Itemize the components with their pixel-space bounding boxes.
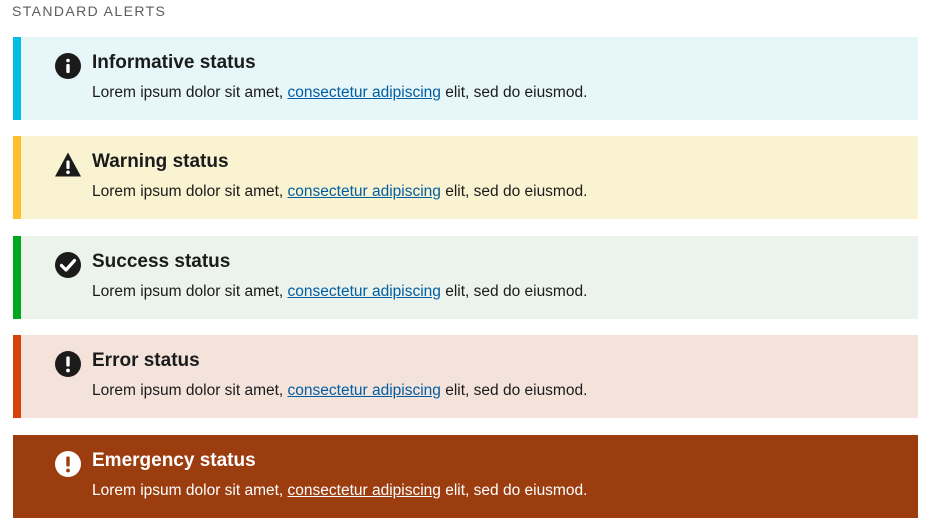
- alert-link[interactable]: consectetur adipiscing: [288, 84, 441, 101]
- alert-text-before: Lorem ipsum dolor sit amet,: [92, 84, 288, 101]
- alert-body: Lorem ipsum dolor sit amet, consectetur …: [92, 481, 587, 501]
- warning-icon: [54, 151, 82, 179]
- alert-text-after: elit, sed do eiusmod.: [440, 482, 588, 499]
- alert-link[interactable]: consectetur adipiscing: [288, 382, 441, 399]
- alert-text-before: Lorem ipsum dolor sit amet,: [92, 183, 288, 200]
- check-circle-icon: [54, 251, 82, 279]
- alert-link[interactable]: consectetur adipiscing: [288, 482, 441, 499]
- alert-text-after: elit, sed do eiusmod.: [440, 183, 588, 200]
- alert-text-before: Lorem ipsum dolor sit amet,: [92, 283, 288, 300]
- alert-link[interactable]: consectetur adipiscing: [288, 283, 441, 300]
- error-icon: [54, 350, 82, 378]
- alert-title: Error status: [92, 350, 200, 371]
- emergency-icon: [54, 450, 82, 478]
- alert-body: Lorem ipsum dolor sit amet, consectetur …: [92, 83, 587, 103]
- alert-title: Warning status: [92, 151, 229, 172]
- alert-text-after: elit, sed do eiusmod.: [440, 283, 588, 300]
- alert-warning: Warning status Lorem ipsum dolor sit ame…: [13, 136, 918, 219]
- alert-link[interactable]: consectetur adipiscing: [288, 183, 441, 200]
- alert-info: Informative status Lorem ipsum dolor sit…: [13, 37, 918, 120]
- alert-success: Success status Lorem ipsum dolor sit ame…: [13, 236, 918, 319]
- alert-text-after: elit, sed do eiusmod.: [440, 84, 588, 101]
- alert-text-after: elit, sed do eiusmod.: [440, 382, 588, 399]
- alert-text-before: Lorem ipsum dolor sit amet,: [92, 382, 288, 399]
- alert-title: Success status: [92, 251, 231, 272]
- alert-body: Lorem ipsum dolor sit amet, consectetur …: [92, 282, 587, 302]
- alert-body: Lorem ipsum dolor sit amet, consectetur …: [92, 182, 587, 202]
- alert-title: Emergency status: [92, 450, 256, 471]
- section-label: STANDARD ALERTS: [12, 3, 167, 19]
- alert-title: Informative status: [92, 52, 256, 73]
- alert-error: Error status Lorem ipsum dolor sit amet,…: [13, 335, 918, 418]
- alert-emergency: Emergency status Lorem ipsum dolor sit a…: [13, 435, 918, 518]
- alert-text-before: Lorem ipsum dolor sit amet,: [92, 482, 288, 499]
- info-icon: [54, 52, 82, 80]
- alert-body: Lorem ipsum dolor sit amet, consectetur …: [92, 381, 587, 401]
